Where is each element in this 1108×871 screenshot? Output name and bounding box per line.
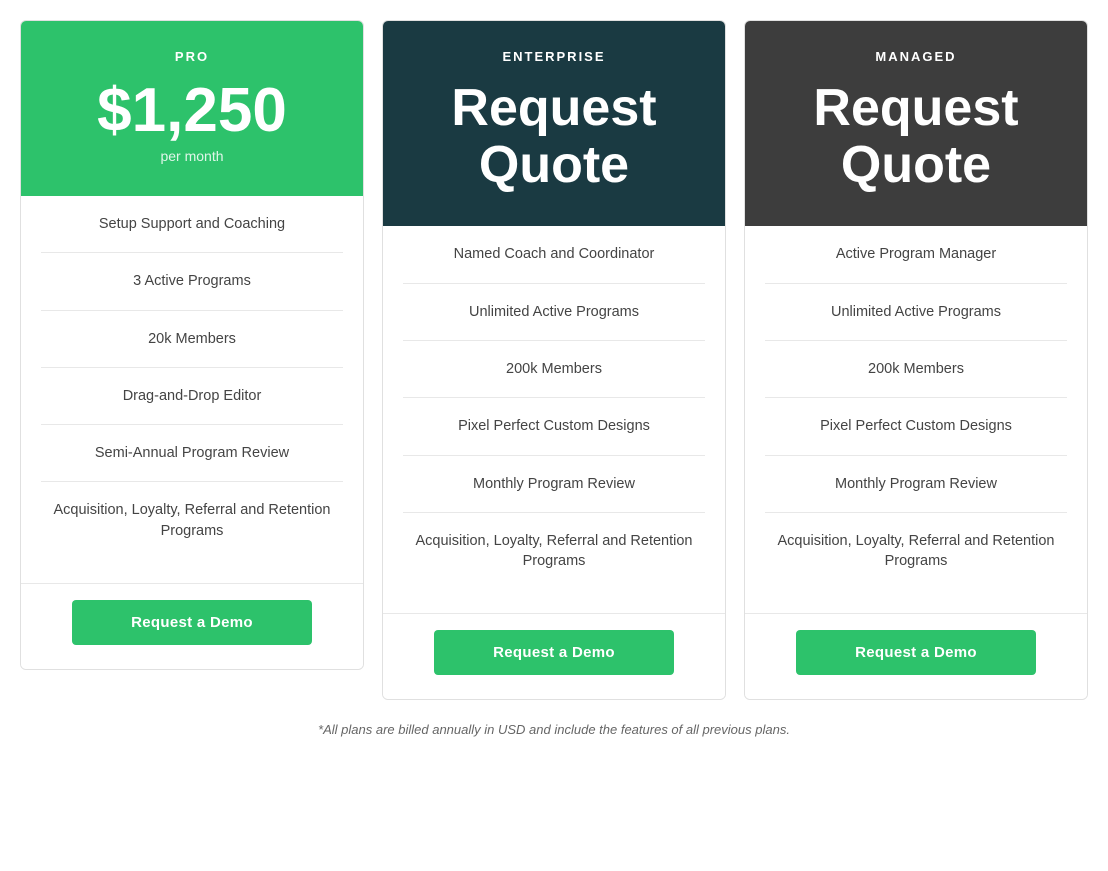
feature-item-enterprise-3: Pixel Perfect Custom Designs [403, 398, 705, 455]
plan-price-period-pro: per month [41, 148, 343, 164]
plan-cta-managed: Request a Demo [745, 613, 1087, 699]
pricing-wrapper: PRO $1,250 per month Setup Support and Coac… [20, 20, 1088, 737]
feature-item-managed-2: 200k Members [765, 341, 1067, 398]
plan-quote-enterprise: Request Quote [403, 80, 705, 194]
plan-name-pro: PRO [41, 49, 343, 64]
footnote: *All plans are billed annually in USD an… [318, 722, 790, 737]
plan-name-managed: MANAGED [765, 49, 1067, 64]
feature-item-managed-5: Acquisition, Loyalty, Referral and Reten… [765, 513, 1067, 590]
feature-item-pro-0: Setup Support and Coaching [41, 196, 343, 253]
feature-item-managed-1: Unlimited Active Programs [765, 284, 1067, 341]
demo-button-managed[interactable]: Request a Demo [796, 630, 1036, 675]
feature-item-pro-5: Acquisition, Loyalty, Referral and Reten… [41, 482, 343, 559]
plan-features-enterprise: Named Coach and CoordinatorUnlimited Act… [383, 226, 725, 613]
plan-price-pro: $1,250 [41, 80, 343, 142]
feature-item-pro-3: Drag-and-Drop Editor [41, 368, 343, 425]
plan-card-pro: PRO $1,250 per month Setup Support and Coac… [20, 20, 364, 670]
feature-item-managed-0: Active Program Manager [765, 226, 1067, 283]
plan-header-managed: MANAGED Request Quote [745, 21, 1087, 226]
feature-item-pro-1: 3 Active Programs [41, 253, 343, 310]
pricing-grid: PRO $1,250 per month Setup Support and Coac… [20, 20, 1088, 700]
plan-card-enterprise: ENTERPRISE Request Quote Named Coach and C… [382, 20, 726, 700]
plan-features-pro: Setup Support and Coaching3 Active Progr… [21, 196, 363, 583]
plan-header-enterprise: ENTERPRISE Request Quote [383, 21, 725, 226]
demo-button-enterprise[interactable]: Request a Demo [434, 630, 674, 675]
plan-header-pro: PRO $1,250 per month [21, 21, 363, 196]
feature-item-pro-2: 20k Members [41, 311, 343, 368]
feature-item-managed-3: Pixel Perfect Custom Designs [765, 398, 1067, 455]
feature-item-enterprise-2: 200k Members [403, 341, 705, 398]
plan-cta-pro: Request a Demo [21, 583, 363, 669]
plan-name-enterprise: ENTERPRISE [403, 49, 705, 64]
feature-item-enterprise-1: Unlimited Active Programs [403, 284, 705, 341]
plan-cta-enterprise: Request a Demo [383, 613, 725, 699]
demo-button-pro[interactable]: Request a Demo [72, 600, 312, 645]
feature-item-pro-4: Semi-Annual Program Review [41, 425, 343, 482]
feature-item-enterprise-4: Monthly Program Review [403, 456, 705, 513]
plan-card-managed: MANAGED Request Quote Active Program Manag… [744, 20, 1088, 700]
plan-quote-managed: Request Quote [765, 80, 1067, 194]
feature-item-enterprise-0: Named Coach and Coordinator [403, 226, 705, 283]
feature-item-managed-4: Monthly Program Review [765, 456, 1067, 513]
feature-item-enterprise-5: Acquisition, Loyalty, Referral and Reten… [403, 513, 705, 590]
plan-features-managed: Active Program ManagerUnlimited Active P… [745, 226, 1087, 613]
